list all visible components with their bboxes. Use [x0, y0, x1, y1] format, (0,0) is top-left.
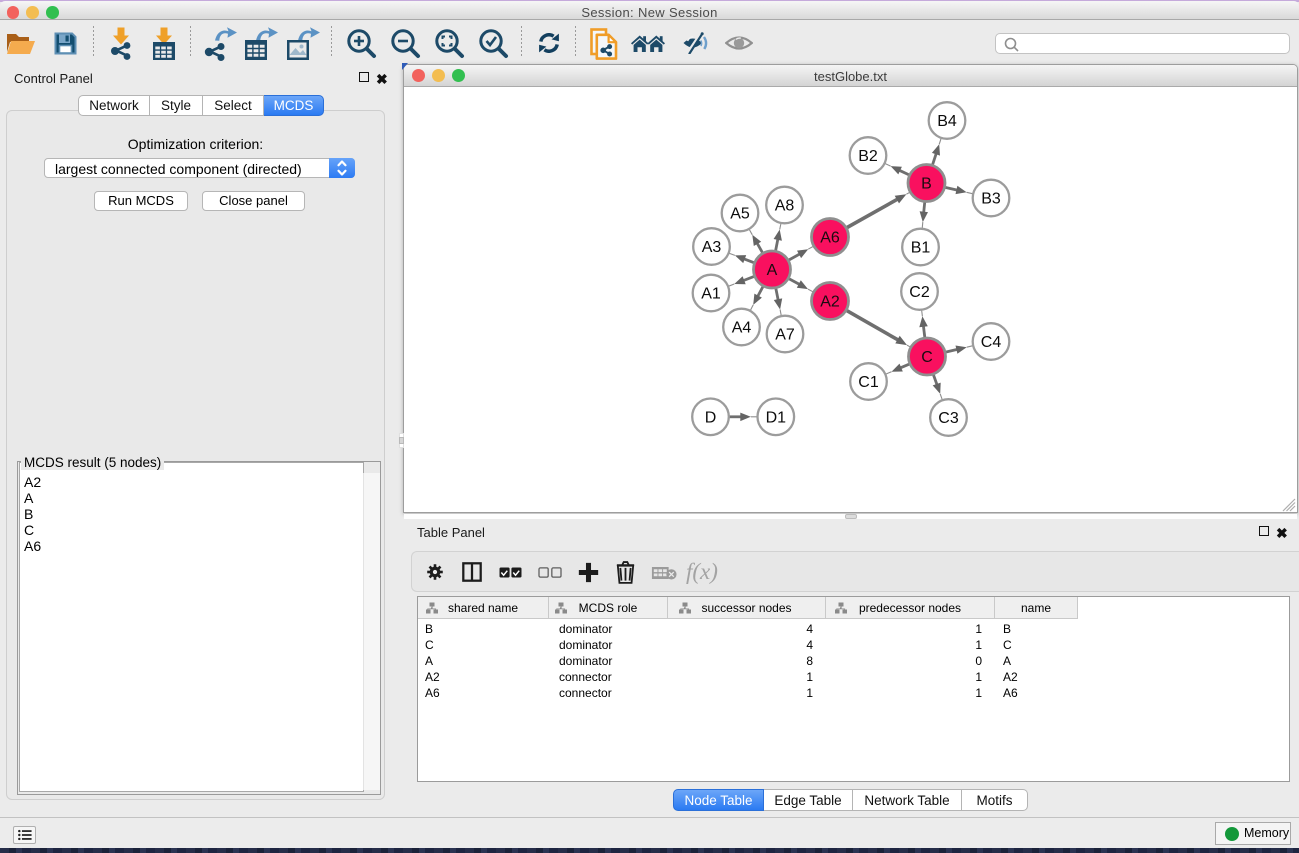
- svg-text:C: C: [921, 349, 933, 366]
- svg-text:B2: B2: [858, 148, 878, 165]
- svg-text:C1: C1: [858, 374, 879, 391]
- svg-text:C2: C2: [909, 284, 930, 301]
- svg-text:A3: A3: [702, 239, 722, 256]
- svg-text:A6: A6: [820, 230, 840, 247]
- svg-text:B1: B1: [911, 240, 931, 257]
- svg-text:A: A: [767, 262, 778, 279]
- svg-text:B4: B4: [937, 113, 957, 130]
- svg-text:D: D: [705, 409, 717, 426]
- svg-text:A1: A1: [701, 286, 721, 303]
- svg-text:C4: C4: [981, 334, 1002, 351]
- svg-text:A2: A2: [820, 294, 840, 311]
- svg-text:B: B: [921, 176, 932, 193]
- svg-text:C3: C3: [938, 410, 959, 427]
- svg-text:A8: A8: [775, 198, 795, 215]
- svg-text:A7: A7: [775, 327, 795, 344]
- svg-text:D1: D1: [766, 409, 787, 426]
- svg-text:B3: B3: [981, 191, 1001, 208]
- svg-text:A4: A4: [732, 320, 752, 337]
- svg-text:A5: A5: [730, 206, 750, 223]
